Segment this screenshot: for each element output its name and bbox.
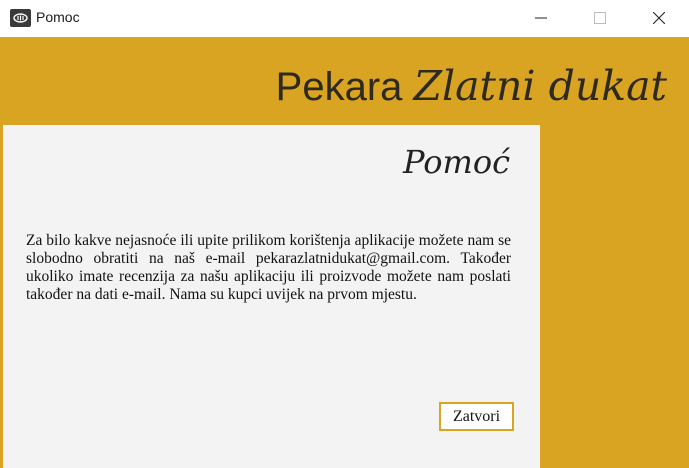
panel-title: Pomoć [402, 143, 510, 181]
help-panel: Pomoć Za bilo kakve nejasnoće ili upite … [3, 125, 540, 468]
brand-title-script: Zlatni dukat [413, 62, 668, 110]
minimize-button[interactable] [518, 0, 564, 37]
brand-title-plain: Pekara [275, 65, 414, 109]
brand-title: Pekara Zlatni dukat [276, 62, 667, 110]
close-button[interactable]: Zatvori [439, 402, 514, 431]
maximize-icon [594, 12, 606, 24]
help-text: Za bilo kakve nejasnoće ili upite prilik… [26, 232, 511, 303]
main-frame: Pekara Zlatni dukat Pomoć Za bilo kakve … [0, 37, 689, 468]
window-title: Pomoc [36, 9, 80, 25]
maximize-button[interactable] [577, 0, 623, 37]
app-logo-icon [10, 9, 31, 27]
close-window-button[interactable] [636, 0, 682, 37]
close-icon [653, 12, 665, 24]
title-bar[interactable]: Pomoc [0, 0, 689, 37]
minimize-icon [535, 17, 547, 19]
